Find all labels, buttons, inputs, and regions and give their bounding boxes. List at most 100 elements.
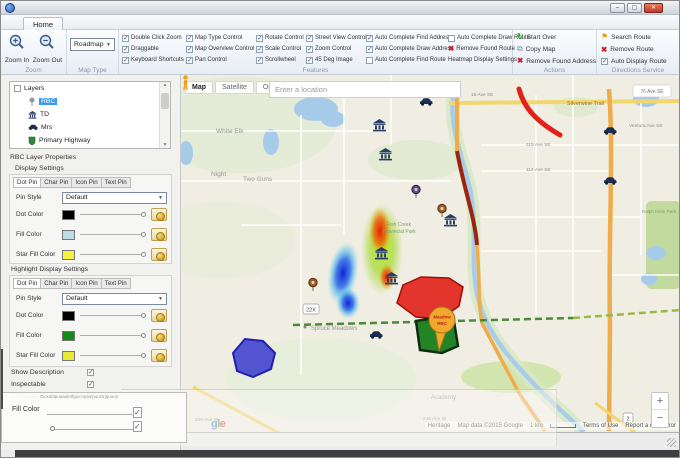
checkbox[interactable] [366,57,373,64]
search-route-button[interactable]: ⚑Search Route [601,33,675,41]
feature-double-click-zoom[interactable]: ✓Double Click Zoom [122,33,182,43]
tab-icon-pin[interactable]: Icon Pin [71,177,101,188]
feature-map-type-control[interactable]: ✓Map Type Control [186,33,252,43]
slider-thumb[interactable] [141,313,146,318]
tree-scrollbar[interactable]: ▲▼ [159,82,170,148]
close-button[interactable]: ✕ [644,3,663,13]
slider-thumb[interactable] [141,232,146,237]
highlight-dot-color-slider[interactable] [80,315,145,316]
pegman-icon[interactable] [181,75,190,90]
feature-keyboard-shortcuts[interactable]: ✓Keyboard Shortcuts [122,55,182,65]
feature-zoom-control[interactable]: ✓Zoom Control [306,44,362,54]
resize-grip[interactable] [667,438,676,447]
checkbox[interactable]: ✓ [256,35,263,42]
tab-text-pin[interactable]: Text Pin [101,278,131,289]
panel-slider[interactable] [47,414,132,415]
checkbox[interactable]: ✓ [306,46,313,53]
highlight-fill-color-swatch[interactable] [62,331,75,341]
dot-color-swatch[interactable] [62,210,75,220]
scrollbar-thumb[interactable] [161,93,169,109]
dot-color-slider[interactable] [80,214,145,215]
checkbox[interactable]: ✓ [306,35,313,42]
checkbox[interactable]: ✓ [306,57,313,64]
feature-45-deg-image[interactable]: ✓45 Deg Image [306,55,362,65]
checkbox[interactable]: ✓ [366,46,373,53]
checkbox[interactable]: ✓ [186,35,193,42]
highlight-star-fill-color-swatch[interactable] [62,351,75,361]
feature-auto-complete-draw-route[interactable]: Auto Complete Draw Route [448,33,510,43]
show-description-option[interactable]: Show Description ✓ [11,367,94,377]
fill-color-swatch[interactable] [62,230,75,240]
tree-item-primary-highway[interactable]: Primary Highway [10,134,170,147]
tab-home[interactable]: Home [23,17,63,31]
palette-button[interactable] [151,349,167,362]
checkbox[interactable]: ✓ [87,381,94,388]
start-over-button[interactable]: ↻Start Over [517,33,592,41]
feature-auto-complete-find-route[interactable]: Auto Complete Find Route [366,55,444,65]
palette-button[interactable] [151,329,167,342]
pin-style-dropdown[interactable]: Default▼ [62,192,167,204]
palette-button[interactable] [151,248,167,261]
checkbox[interactable]: ✓ [186,57,193,64]
palette-button[interactable] [151,208,167,221]
feature-rotate-control[interactable]: ✓Rotate Control [256,33,302,43]
checkbox[interactable]: ✓ [186,46,193,53]
highlight-dot-color-swatch[interactable] [62,311,75,321]
terms-of-use-link[interactable]: Terms of Use [583,423,618,429]
checkbox[interactable] [448,35,455,42]
slider-thumb[interactable] [141,333,146,338]
tree-root-layers[interactable]: Layers [10,82,170,95]
star-fill-color-slider[interactable] [80,254,145,255]
copy-map-button[interactable]: ⧉Copy Map [517,45,592,53]
feature-draggable[interactable]: ✓Draggable [122,44,182,54]
satellite-button[interactable]: Satellite [215,81,254,94]
remove-route-button[interactable]: ✖Remove Route [601,46,675,54]
map-zoom-in-button[interactable]: + [652,393,668,410]
feature-pan-control[interactable]: ✓Pan Control [186,55,252,65]
slider-thumb[interactable] [141,252,146,257]
map-zoom-out-button[interactable]: − [652,410,668,427]
map-canvas[interactable]: White Elk Night Two Guns Spruce Meadows … [181,75,680,433]
map-type-dropdown[interactable]: Roadmap ▼ [70,38,115,51]
checkbox[interactable]: ✓ [122,57,129,64]
checkbox[interactable]: ✓ [366,35,373,42]
minimize-button[interactable]: – [610,3,625,13]
feature-auto-complete-draw-address[interactable]: ✓Auto Complete Draw Address [366,44,444,54]
tree-item-td[interactable]: TD [10,108,170,121]
checkbox[interactable]: ✓ [256,57,263,64]
panel-slider[interactable] [50,429,142,430]
tab-text-pin[interactable]: Text Pin [101,177,131,188]
panel-checkbox[interactable]: ✓ [133,421,142,432]
star-fill-color-swatch[interactable] [62,250,75,260]
feature-scrollwheel[interactable]: ✓Scrollwheel [256,55,302,65]
tab-char-pin[interactable]: Char Pin [40,278,72,289]
feature-street-view-control[interactable]: ✓Street View Control [306,33,362,43]
slider-thumb[interactable] [141,212,146,217]
tab-dot-pin[interactable]: Dot Pin [13,177,41,188]
slider-thumb[interactable] [141,353,146,358]
maximize-button[interactable]: ▢ [627,3,642,13]
checkbox[interactable]: ✓ [122,46,129,53]
tree-item-mrs[interactable]: Mrs [10,121,170,134]
feature-auto-complete-find-address[interactable]: ✓Auto Complete Find Address [366,33,444,43]
auto-display-route-checkbox[interactable]: ✓Auto Display Route [601,58,675,65]
highlight-fill-color-slider[interactable] [80,335,145,336]
zoom-out-button[interactable]: Zoom Out [32,33,63,65]
tree-item-rbc[interactable]: RBC [10,95,170,108]
zoom-in-button[interactable]: Zoom In [4,33,30,65]
remove-found-address-button[interactable]: ✖Remove Found Address [517,57,592,65]
tab-icon-pin[interactable]: Icon Pin [71,278,101,289]
slider-thumb[interactable] [50,426,55,431]
heatmap-display-settings-button[interactable]: Heatmap Display Settings [448,55,510,65]
highlight-pin-style-dropdown[interactable]: Default▼ [62,293,167,305]
inspectable-option[interactable]: Inspectable ✓ [11,379,94,389]
remove-found-route-button[interactable]: ✖Remove Found Route [448,44,510,54]
feature-map-overview-control[interactable]: ✓Map Overview Control [186,44,252,54]
checkbox[interactable]: ✓ [87,369,94,376]
checkbox[interactable]: ✓ [256,46,263,53]
fill-color-slider[interactable] [80,234,145,235]
location-search-input[interactable] [269,81,461,98]
tab-dot-pin[interactable]: Dot Pin [13,278,41,289]
checkbox[interactable]: ✓ [122,35,129,42]
tree-checkbox[interactable] [14,85,21,92]
